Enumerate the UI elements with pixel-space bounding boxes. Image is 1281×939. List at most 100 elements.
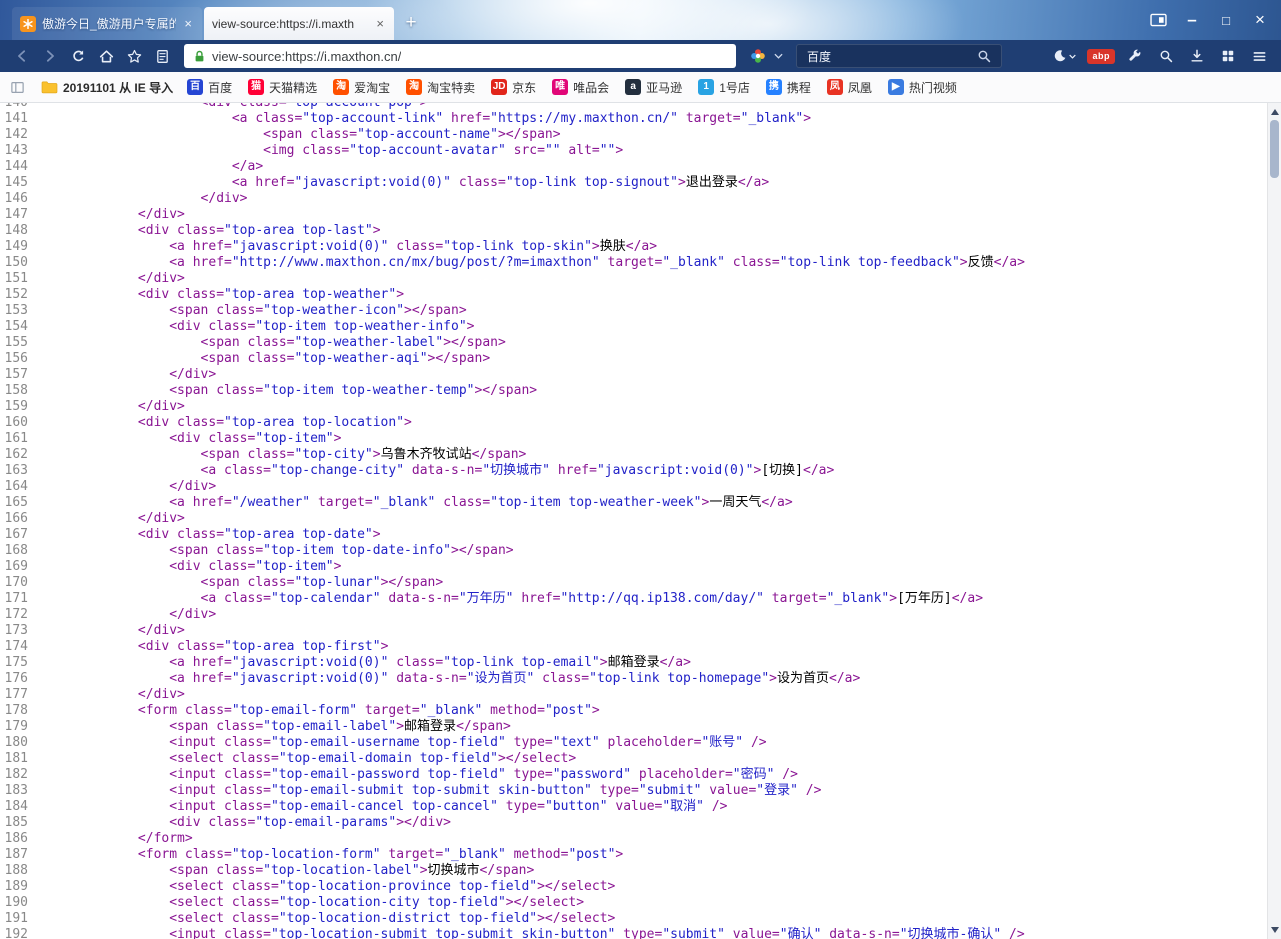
line-number: 172 [0,607,44,623]
tab-close-button[interactable]: × [182,16,194,31]
source-line: 141 <a class="top-account-link" href="ht… [0,111,1281,127]
bookmark-favicon: 携 [766,79,782,95]
source-line: 175 <a href="javascript:void(0)" class="… [0,655,1281,671]
adblock-badge[interactable]: abp [1087,49,1115,64]
scroll-up-arrow[interactable] [1268,105,1281,119]
source-line: 140 <div class="top-account-pop"> [0,103,1281,111]
new-tab-button[interactable]: + [396,9,426,37]
source-line: 190 <select class="top-location-city top… [0,895,1281,911]
search-engine-label[interactable]: 百度 [807,48,973,65]
bookmark-item[interactable]: a亚马逊 [625,79,682,96]
line-number: 152 [0,287,44,303]
download-icon[interactable] [1183,43,1211,69]
bookmark-item[interactable]: 猫天猫精选 [248,79,317,96]
apps-grid-icon[interactable] [1214,43,1242,69]
home-button[interactable] [92,43,120,69]
line-number: 169 [0,559,44,575]
bookmark-item[interactable]: JD京东 [491,79,536,96]
line-code: <div class="top-area top-weather"> [44,287,404,303]
bookmark-item[interactable]: ▶热门视频 [888,79,957,96]
vertical-scrollbar[interactable] [1267,103,1281,939]
close-button[interactable]: × [1243,6,1277,34]
search-box[interactable]: 百度 [796,44,1002,68]
browser-window: 傲游今日_傲游用户专属的×view-source:https://i.maxth… [0,0,1281,939]
tab-favicon-icon [20,16,36,32]
line-code: <span class="top-weather-aqi"></span> [44,351,490,367]
line-code: <span class="top-item top-weather-temp">… [44,383,537,399]
line-number: 191 [0,911,44,927]
bookmark-item[interactable]: 携携程 [766,79,811,96]
source-line: 171 <a class="top-calendar" data-s-n="万年… [0,591,1281,607]
tab-strip: 傲游今日_傲游用户专属的×view-source:https://i.maxth… [0,0,396,40]
scroll-down-arrow[interactable] [1268,923,1281,937]
bookmark-label: 百度 [208,79,232,96]
line-code: <input class="top-email-submit top-submi… [44,783,821,799]
source-line: 191 <select class="top-location-district… [0,911,1281,927]
line-code: <span class="top-location-label">切换城市</s… [44,863,534,879]
minimize-button[interactable]: – [1175,6,1209,34]
resource-sniffer-icon[interactable] [1152,43,1180,69]
line-code: <span class="top-item top-date-info"></s… [44,543,514,559]
chevron-down-icon[interactable] [772,43,784,69]
source-line: 158 <span class="top-item top-weather-te… [0,383,1281,399]
maximize-button[interactable]: □ [1209,6,1243,34]
favorite-star-icon[interactable] [120,43,148,69]
bookmark-favicon: ▶ [888,79,904,95]
bookmark-item[interactable]: 淘淘宝特卖 [406,79,475,96]
search-icon[interactable] [973,43,995,69]
line-number: 186 [0,831,44,847]
browser-tab[interactable]: 傲游今日_傲游用户专属的× [12,7,202,40]
line-number: 155 [0,335,44,351]
line-code: <div class="top-area top-first"> [44,639,388,655]
source-line: 168 <span class="top-item top-date-info"… [0,543,1281,559]
bookmark-item[interactable]: 淘爱淘宝 [333,79,390,96]
address-bar[interactable]: view-source:https://i.maxthon.cn/ [184,44,736,68]
browser-tab[interactable]: view-source:https://i.maxth × [204,7,394,40]
reader-mode-icon[interactable] [148,43,176,69]
source-line: 180 <input class="top-email-username top… [0,735,1281,751]
line-code: <a href="javascript:void(0)" data-s-n="设… [44,671,860,687]
line-code: </div> [44,191,248,207]
bookmark-item[interactable]: 凤凤凰 [827,79,872,96]
pinwheel-icon[interactable] [744,43,772,69]
bookmark-item[interactable]: 11号店 [698,79,750,96]
scrollbar-thumb[interactable] [1270,120,1279,178]
source-line: 166 </div> [0,511,1281,527]
line-code: <form class="top-email-form" target="_bl… [44,703,600,719]
menu-icon[interactable] [1245,43,1273,69]
line-code: <select class="top-location-city top-fie… [44,895,584,911]
line-code: </div> [44,511,185,527]
tab-close-button[interactable]: × [374,16,386,31]
back-button[interactable] [8,43,36,69]
favorites-panel-icon[interactable] [10,80,25,95]
line-number: 150 [0,255,44,271]
line-code: <div class="top-email-params"></div> [44,815,451,831]
bookmark-label: 1号店 [719,79,750,96]
line-code: </div> [44,367,216,383]
night-mode-icon[interactable] [1047,43,1081,69]
line-number: 182 [0,767,44,783]
line-number: 149 [0,239,44,255]
source-line: 157 </div> [0,367,1281,383]
titlebar: 傲游今日_傲游用户专属的×view-source:https://i.maxth… [0,0,1281,40]
line-code: <div class="top-area top-location"> [44,415,412,431]
tab-title: view-source:https://i.maxth [212,17,368,31]
source-line: 181 <select class="top-email-domain top-… [0,751,1281,767]
wrench-tools-icon[interactable] [1121,43,1149,69]
split-screen-icon[interactable] [1141,6,1175,34]
forward-button[interactable] [36,43,64,69]
bookmark-folder[interactable]: 20191101 从 IE 导入 [41,79,173,96]
line-code: <span class="top-weather-icon"></span> [44,303,467,319]
source-line: 186 </form> [0,831,1281,847]
ssl-lock-icon [193,50,206,63]
bookmark-item[interactable]: 百百度 [187,79,232,96]
line-code: </a> [44,159,263,175]
line-number: 176 [0,671,44,687]
refresh-button[interactable] [64,43,92,69]
bookmark-item[interactable]: 唯唯品会 [552,79,609,96]
url-text[interactable]: view-source:https://i.maxthon.cn/ [212,49,401,64]
source-line: 172 </div> [0,607,1281,623]
source-code: 140 <div class="top-account-pop">141 <a … [0,103,1281,939]
bookmark-label: 凤凰 [848,79,872,96]
bookmark-favicon: 猫 [248,79,264,95]
